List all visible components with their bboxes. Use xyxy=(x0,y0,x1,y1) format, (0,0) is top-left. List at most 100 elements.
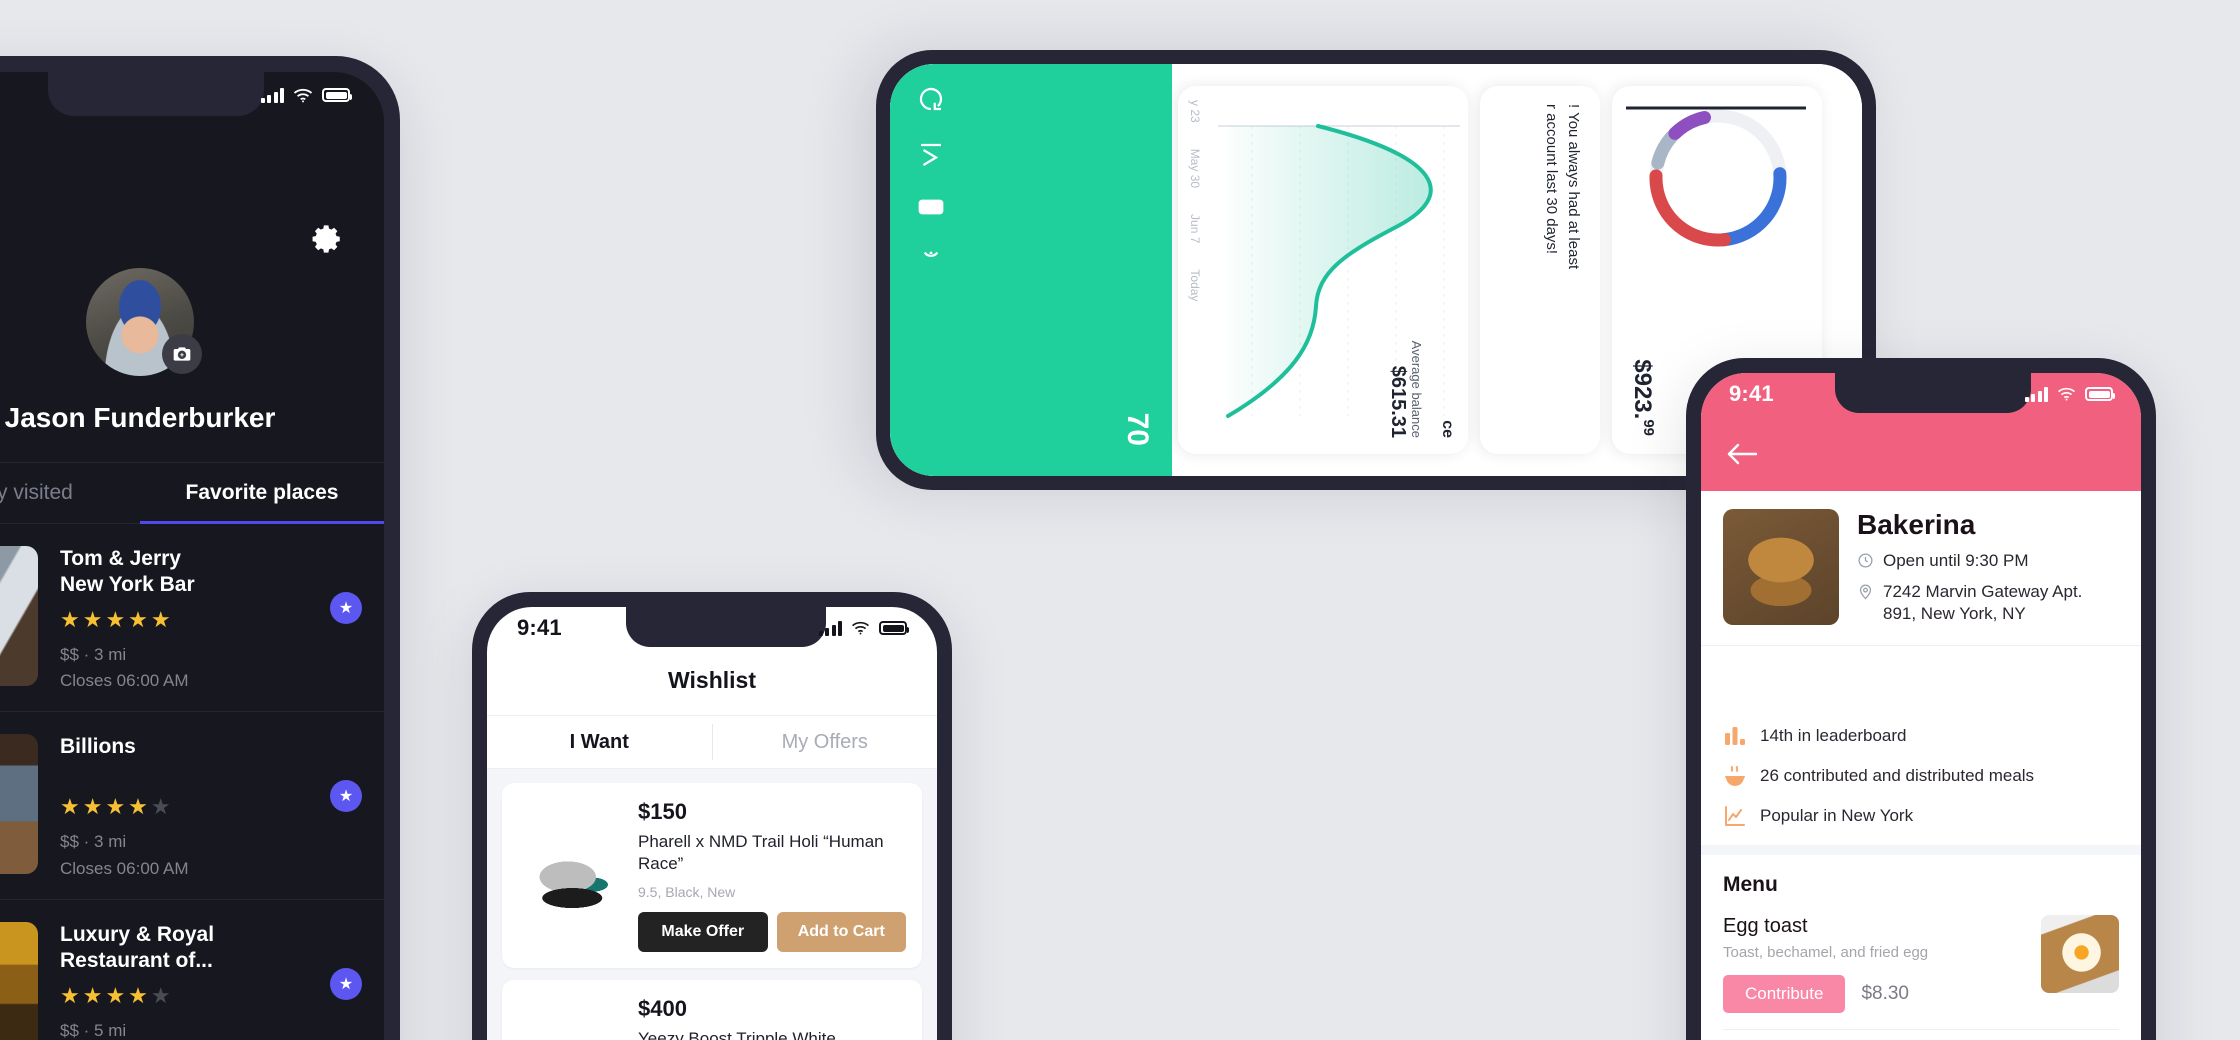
list-item[interactable]: Luxury & Royal Restaurant of... ★★★★★ $$… xyxy=(0,900,384,1040)
product-name: Pharell x NMD Trail Holi “Human Race” xyxy=(638,832,884,874)
menu-item-body: Egg toast Toast, bechamel, and fried egg… xyxy=(1723,915,2027,1013)
bowl-steam-icon xyxy=(1725,766,1745,786)
place-price: $$ · 3 mi xyxy=(60,832,127,852)
favorite-star-badge[interactable]: ★ xyxy=(330,968,362,1000)
map-pin-icon xyxy=(1859,584,1872,600)
favorite-star-badge[interactable]: ★ xyxy=(330,592,362,624)
list-item[interactable]: $400 Yeezy Boost Tripple White 9.5, Whit… xyxy=(502,979,922,1040)
contribute-button[interactable]: Contribute xyxy=(1723,975,1846,1013)
place-body: Tom & Jerry New York Bar ★★★★★ $$ · 3 mi… xyxy=(38,546,195,711)
place-price: $$ · 3 mi xyxy=(60,644,127,664)
insight-text: ! You always had at least r account last… xyxy=(1543,104,1582,270)
gear-icon[interactable] xyxy=(310,222,344,256)
trend-up-icon xyxy=(1725,806,1745,826)
x-tick: Jun 7 xyxy=(1188,214,1202,244)
business-name: Bakerina xyxy=(1857,509,1976,540)
tab-favorite-places[interactable]: Favorite places xyxy=(140,463,384,524)
business-address-row: 7242 Marvin Gateway Apt. 891, New York, … xyxy=(1857,581,2119,625)
make-offer-button[interactable]: Make Offer xyxy=(638,911,768,952)
arrow-left-icon[interactable] xyxy=(1727,443,1757,465)
tab-i-want[interactable]: I Want xyxy=(487,716,712,768)
wishlist-items: $150 Pharell x NMD Trail Holi “Human Rac… xyxy=(487,769,937,1040)
place-hours: Closes 06:00 AM xyxy=(60,858,189,878)
list-item[interactable]: $150 Pharell x NMD Trail Holi “Human Rac… xyxy=(502,783,922,968)
stat-text: 26 contributed and distributed meals xyxy=(1760,766,2035,785)
list-item[interactable]: Billions ★★★★★ $$ · 3 mi Closes 06:00 AM… xyxy=(0,712,384,900)
business-image xyxy=(1723,509,1839,625)
product-name: Yeezy Boost Tripple White xyxy=(638,1028,836,1040)
clock-icon xyxy=(1858,553,1873,568)
add-to-cart-button[interactable]: Add to Cart xyxy=(776,911,906,952)
refresh-icon[interactable] xyxy=(916,84,946,114)
chart-title: ce xyxy=(1439,420,1456,438)
business-stats: 14th in leaderboard 26 contributed and d… xyxy=(1701,702,2141,852)
avatar-wrap[interactable] xyxy=(86,268,202,376)
list-item[interactable]: Tom & Jerry New York Bar ★★★★★ $$ · 3 mi… xyxy=(0,524,384,712)
phone-profile: Jason Funderburker ently visited Favorit… xyxy=(0,56,400,1040)
tab-recently-visited[interactable]: ently visited xyxy=(0,463,140,523)
battery-vertical-icon xyxy=(918,199,944,215)
camera-add-icon[interactable] xyxy=(162,334,202,374)
place-hours: Closes 06:00 AM xyxy=(60,671,189,691)
spending-amount-cents: 99 xyxy=(1640,419,1657,436)
chart-x-ticks: y 23 May 30 Jun 7 Today xyxy=(1188,100,1202,301)
product-body: $150 Pharell x NMD Trail Holi “Human Rac… xyxy=(626,799,906,952)
tab-my-offers[interactable]: My Offers xyxy=(713,716,938,768)
wifi-icon xyxy=(2058,387,2075,401)
signal-icon xyxy=(923,251,939,257)
page-title: Wishlist xyxy=(668,667,756,693)
rating-stars: ★★★★★ xyxy=(60,794,174,820)
phone-wishlist: 9:41 Wishlist I Want My Offers $150 Phar… xyxy=(472,592,952,1040)
places-list: Tom & Jerry New York Bar ★★★★★ $$ · 3 mi… xyxy=(0,524,384,1040)
insight-card[interactable]: ! You always had at least r account last… xyxy=(1480,86,1600,454)
business-hours: Open until 9:30 PM xyxy=(1883,551,2029,570)
menu-section: Menu Egg toast Toast, bechamel, and frie… xyxy=(1701,845,2141,1040)
stat-leaderboard: 14th in leaderboard xyxy=(1723,716,2119,756)
wifi-icon xyxy=(852,621,869,635)
list-item[interactable]: Avocado toast xyxy=(1723,1030,2119,1040)
green-panel-value: 70 xyxy=(1121,412,1154,446)
spending-amount-dollars: $923. xyxy=(1629,359,1656,420)
stat-popular: Popular in New York xyxy=(1723,796,2119,836)
favorite-star-badge[interactable]: ★ xyxy=(330,780,362,812)
place-body: Luxury & Royal Restaurant of... ★★★★★ $$… xyxy=(38,922,310,1040)
stat-text: 14th in leaderboard xyxy=(1760,726,1907,745)
x-tick: May 30 xyxy=(1188,148,1202,189)
menu-item-name: Egg toast xyxy=(1723,915,1808,937)
average-balance-value: $615.31 xyxy=(1387,365,1409,438)
spending-amount: $923.99 xyxy=(1628,359,1657,436)
mockup-canvas: ding $923.99 ! You always had at least r… xyxy=(0,0,2240,1040)
chart-line-icon[interactable] xyxy=(916,140,946,170)
page-title: Jason Funderburker xyxy=(4,402,276,433)
menu-item-actions: Contribute $8.30 xyxy=(1723,975,2027,1013)
product-spec: 9.5, Black, New xyxy=(638,883,736,900)
average-balance-label: Average balance xyxy=(1409,340,1424,438)
product-actions: Make Offer Add to Cart xyxy=(638,911,906,952)
battery-icon xyxy=(2085,387,2115,401)
rating-stars: ★★★★★ xyxy=(60,606,174,632)
balance-chart-card[interactable]: ce Average balance $615.31 y 23 May 30 J… xyxy=(1178,86,1468,454)
menu-item-price: $8.30 xyxy=(1861,983,1909,1004)
green-summary-panel[interactable]: 70 xyxy=(890,64,1172,476)
x-tick: y 23 xyxy=(1188,100,1202,123)
place-name: Luxury & Royal Restaurant of... xyxy=(60,923,215,973)
x-tick: Today xyxy=(1188,269,1202,302)
stat-meals: 26 contributed and distributed meals xyxy=(1723,756,2119,796)
product-image xyxy=(514,1013,626,1040)
status-bar: 9:41 xyxy=(487,607,937,649)
list-item[interactable]: Egg toast Toast, bechamel, and fried egg… xyxy=(1723,897,2119,1030)
product-price: $400 xyxy=(638,995,687,1021)
bar-chart-icon xyxy=(1725,727,1745,745)
profile-screen: Jason Funderburker ently visited Favorit… xyxy=(0,72,384,1040)
product-price: $150 xyxy=(638,799,687,824)
business-header: Bakerina Open until 9:30 PM 7242 Marvin … xyxy=(1701,491,2141,647)
menu-item-image xyxy=(2041,915,2119,993)
place-thumbnail xyxy=(0,734,38,874)
place-price: $$ · 5 mi xyxy=(60,1020,127,1040)
phone-bakerina: 9:41 Bakerina Open until 9:30 PM 7242 Ma… xyxy=(1686,358,2156,1040)
wifi-icon xyxy=(293,88,313,102)
menu-title: Menu xyxy=(1723,873,1778,896)
place-body: Billions ★★★★★ $$ · 3 mi Closes 06:00 AM xyxy=(38,734,189,899)
profile-tabs: ently visited Favorite places xyxy=(0,462,384,524)
business-hours-row: Open until 9:30 PM xyxy=(1857,550,2119,572)
